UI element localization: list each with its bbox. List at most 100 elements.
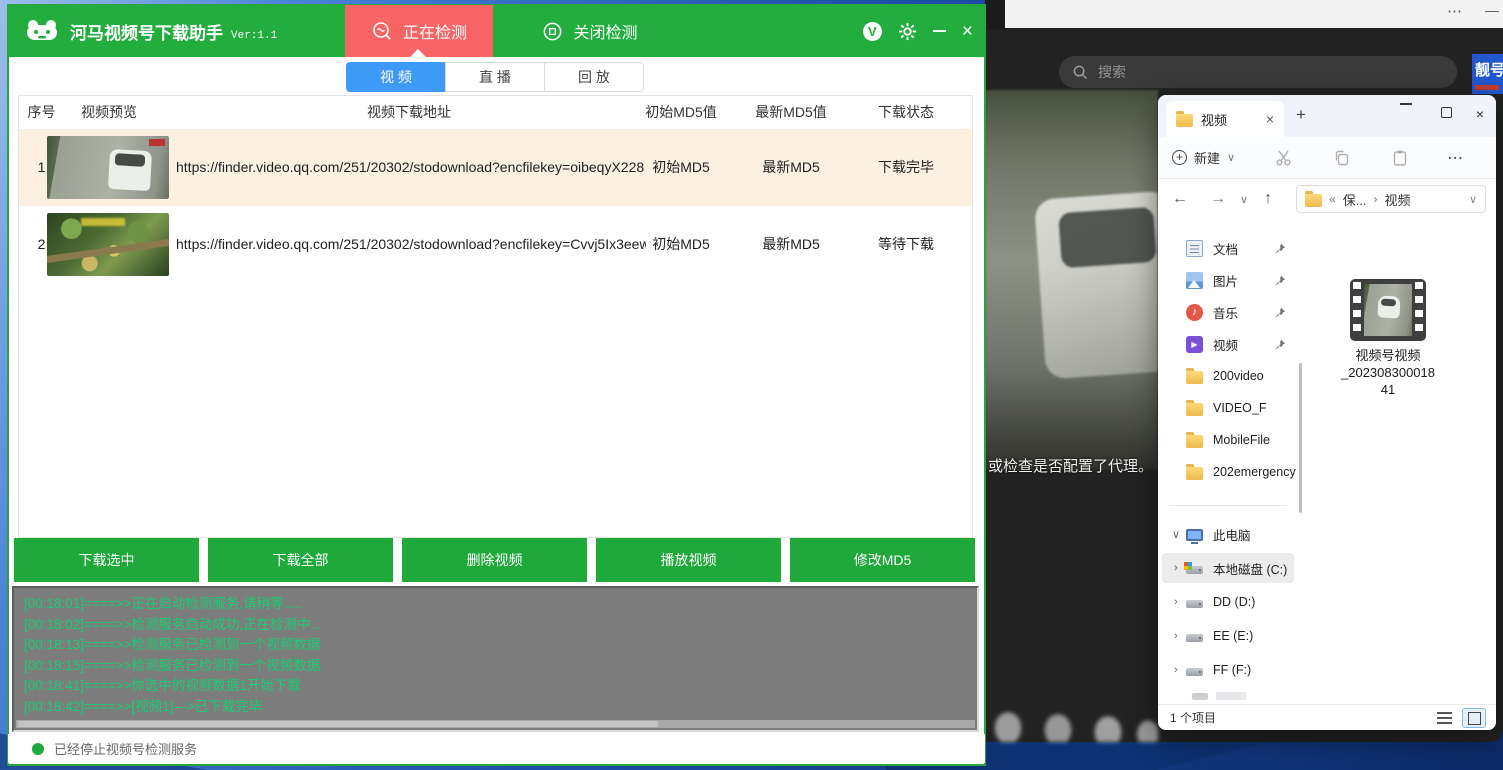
log-line: [00:18:42]====>>[视频1]—>已下载完毕 (24, 697, 967, 718)
thumbnail-glass-shape (1381, 299, 1396, 307)
sidebar-item-folder[interactable]: 202emergency (1162, 457, 1294, 487)
computer-icon (1186, 529, 1203, 541)
background-window-corner (985, 0, 1007, 30)
table-row[interactable]: 1 https://finder.video.qq.com/251/20302/… (19, 129, 972, 206)
breadcrumb-collapse-icon[interactable]: « (1329, 192, 1336, 206)
cut-icon[interactable] (1275, 149, 1293, 167)
tab-video[interactable]: 视 频 (346, 62, 446, 92)
row-initial-md5: 初始MD5 (631, 129, 731, 206)
sidebar-item-folder[interactable]: VIDEO_F (1162, 393, 1294, 423)
explorer-body: 文档 图片 ♪ 音乐 ▶ 视频 200video (1158, 219, 1496, 704)
chevron-down-icon[interactable]: ∨ (1469, 193, 1477, 206)
back-icon[interactable]: ← (1172, 190, 1188, 208)
drive-icon (1186, 600, 1203, 608)
download-all-button[interactable]: 下载全部 (208, 538, 393, 582)
breadcrumb[interactable]: « 保... › 视频 ∨ (1296, 185, 1486, 213)
copy-icon[interactable] (1333, 149, 1351, 167)
minimize-icon[interactable] (933, 30, 946, 32)
sidebar-label: 本地磁盘 (C:) (1213, 559, 1287, 578)
chevron-right-icon[interactable]: › (1174, 596, 1178, 608)
videos-icon: ▶ (1186, 336, 1203, 353)
search-icon (1073, 65, 1088, 80)
play-video-button[interactable]: 播放视频 (596, 538, 781, 582)
chevron-right-icon[interactable]: › (1174, 562, 1178, 574)
delete-video-button[interactable]: 删除视频 (402, 538, 587, 582)
new-tab-icon[interactable]: + (1296, 105, 1306, 125)
background-search-bar[interactable] (1059, 56, 1457, 88)
stop-icon (542, 21, 563, 42)
sidebar-item-music[interactable]: ♪ 音乐 (1162, 297, 1294, 327)
video-file-item[interactable]: 视频号视频 _202308300018 41 (1328, 279, 1448, 398)
pin-icon[interactable] (1275, 275, 1286, 286)
sidebar-scrollbar[interactable] (1299, 363, 1302, 513)
history-chevron-icon[interactable]: ∨ (1240, 193, 1248, 206)
breadcrumb-parent[interactable]: 保... (1343, 190, 1367, 209)
gear-icon[interactable] (898, 22, 917, 41)
search-input[interactable] (1098, 64, 1398, 80)
sidebar-item-drive-d[interactable]: › DD (D:) (1162, 587, 1294, 617)
sidebar-item-pictures[interactable]: 图片 (1162, 265, 1294, 295)
close-icon[interactable]: × (962, 22, 973, 41)
tab-replay[interactable]: 回 放 (544, 62, 644, 92)
sidebar-item-drive-c[interactable]: › 本地磁盘 (C:) (1162, 553, 1294, 583)
sidebar-item-folder[interactable]: 200video (1162, 361, 1294, 391)
new-button[interactable]: + 新建 ∨ (1172, 148, 1235, 167)
more-icon[interactable]: ⋯ (1447, 148, 1464, 168)
more-icon[interactable]: ⋯ (1447, 2, 1463, 20)
v-badge-icon[interactable]: V (863, 22, 882, 41)
thumbnail-log-shape (47, 237, 169, 263)
chevron-down-icon: ∨ (1227, 151, 1235, 164)
folder-icon (1186, 371, 1203, 384)
video-file-name: 视频号视频 _202308300018 41 (1328, 347, 1448, 398)
log-horizontal-scrollbar[interactable] (16, 720, 975, 728)
tab-live[interactable]: 直 播 (445, 62, 545, 92)
close-icon[interactable]: × (1472, 106, 1488, 122)
sidebar-item-this-pc[interactable]: ∨ 此电脑 (1162, 519, 1294, 549)
forward-icon[interactable]: → (1210, 190, 1226, 208)
chevron-down-icon[interactable]: ∨ (1172, 528, 1180, 541)
paste-icon[interactable] (1391, 149, 1409, 167)
app-statusbar: 已经停止视频号检测服务 (8, 734, 985, 763)
thumbnail-view-icon[interactable] (1462, 708, 1486, 728)
close-detect-button[interactable]: 关闭检测 (520, 5, 660, 57)
pin-icon[interactable] (1275, 243, 1286, 254)
pin-icon[interactable] (1275, 339, 1286, 350)
download-selected-button[interactable]: 下载选中 (14, 538, 199, 582)
explorer-tab-title: 视频 (1201, 110, 1258, 129)
scrollbar-thumb[interactable] (18, 721, 658, 727)
modify-md5-button[interactable]: 修改MD5 (790, 538, 975, 582)
chevron-right-icon[interactable]: › (1174, 630, 1178, 642)
chevron-right-icon[interactable]: › (1174, 664, 1178, 676)
row-latest-md5: 最新MD5 (741, 129, 841, 206)
table-row[interactable]: 2 https://finder.video.qq.com/251/20302/… (19, 206, 972, 283)
filmstrip-holes (1415, 282, 1423, 338)
sidebar-item-drive-e[interactable]: › EE (E:) (1162, 621, 1294, 651)
sidebar-divider (1170, 505, 1286, 506)
detect-scan-icon (371, 20, 393, 42)
sidebar-item-documents[interactable]: 文档 (1162, 233, 1294, 263)
explorer-tab[interactable]: 视频 × (1166, 101, 1284, 137)
up-icon[interactable]: ↑ (1264, 190, 1272, 208)
background-video-subtitle: 或检查是否配置了代理。 (988, 455, 1158, 476)
maximize-icon[interactable] (1441, 107, 1452, 118)
file-name-line: 视频号视频 (1328, 347, 1448, 364)
app-title: 河马视频号下载助手 (70, 19, 223, 44)
minimize-icon[interactable] (1400, 103, 1412, 105)
background-badge[interactable]: 靓号 (1472, 54, 1503, 94)
sidebar-item-drive-f[interactable]: › FF (F:) (1162, 655, 1294, 685)
pictures-icon (1186, 272, 1203, 289)
pin-icon[interactable] (1275, 307, 1286, 318)
filmstrip-frame (1364, 284, 1412, 336)
sidebar-label-clipped (1216, 692, 1246, 700)
sidebar-item-folder[interactable]: MobileFile (1162, 425, 1294, 455)
file-name-line: 41 (1328, 381, 1448, 398)
downloader-window: 河马视频号下载助手 Ver:1.1 正在检测 关闭检测 V (8, 5, 985, 765)
minimize-icon[interactable]: — (1485, 2, 1499, 18)
list-view-icon[interactable] (1437, 712, 1452, 724)
row-url: https://finder.video.qq.com/251/20302/st… (176, 129, 646, 206)
breadcrumb-current[interactable]: 视频 (1385, 190, 1411, 209)
close-detect-label: 关闭检测 (573, 19, 637, 43)
sidebar-item-videos[interactable]: ▶ 视频 (1162, 329, 1294, 359)
video-file-thumbnail (1350, 279, 1426, 341)
tab-close-icon[interactable]: × (1266, 111, 1274, 127)
